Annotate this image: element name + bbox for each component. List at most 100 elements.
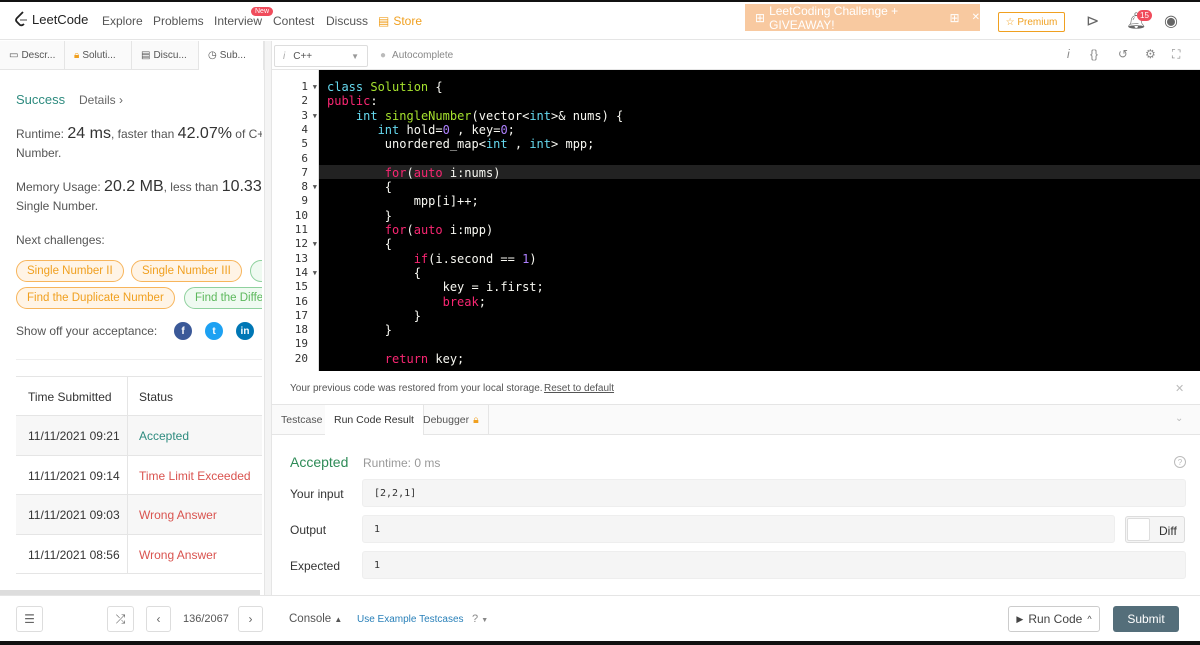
code-line: mpp[i]++; [327,194,479,209]
input-label: Your input [290,487,344,501]
challenge-chip[interactable]: Single Number II [16,260,124,282]
line-number: 11 [272,223,318,237]
line-number: 7 [272,166,318,180]
diff-toggle[interactable]: Diff [1125,516,1185,543]
tab-discuss[interactable]: ▤ Discu... [132,41,199,70]
autocomplete-toggle[interactable]: ● Autocomplete [380,50,453,61]
help-icon[interactable]: ? [1174,456,1186,468]
fold-icon[interactable]: ▼ [313,237,317,251]
help-dropdown[interactable]: ? ▼ [472,613,488,625]
lock-icon: 🔒︎ [473,413,479,426]
leetcode-logo[interactable]: LeetCode [14,11,88,27]
line-number: 17 [272,309,318,323]
tab-testcase[interactable]: Testcase [272,405,333,435]
line-number-text: 11 [294,223,308,236]
nav-explore[interactable]: Explore [102,14,143,28]
code-editor[interactable]: 1 ▼ 2 3 ▼ 4 5 6 7 8 ▼ 9 10 11 12 ▼ 13 14 ▼ 15 16 17 18 19 20 cla… [272,70,1200,371]
premium-label: Premium [1017,16,1058,28]
header-status: Status [139,390,174,404]
shuffle-button[interactable]: ⤮ [107,606,134,632]
use-example-testcases-link[interactable]: Use Example Testcases [357,614,464,625]
line-number-text: 6 [301,151,308,165]
line-number: 1 ▼ [272,80,318,94]
tab-debugger[interactable]: Debugger 🔒︎ [414,405,489,435]
column-divider [127,534,128,573]
submit-button[interactable]: Submit [1113,606,1179,632]
tab-label: Debugger [423,414,470,426]
prev-problem-button[interactable]: ‹ [146,606,171,632]
tab-run-code-result[interactable]: Run Code Result [325,405,424,435]
tab-description[interactable]: ▭ Descr... [0,41,65,70]
fold-icon[interactable]: ▼ [313,180,317,194]
nav-problems[interactable]: Problems [153,14,204,28]
next-problem-button[interactable]: › [238,606,263,632]
table-header: Time Submitted Status [16,377,262,416]
tab-submissions[interactable]: ◷ Sub... [199,41,264,70]
leetcode-logo-icon [15,11,27,27]
chevron-down-icon[interactable]: ⌄ [1175,413,1183,424]
nav-contest[interactable]: Contest [273,14,314,28]
info-icon[interactable]: i [1067,47,1070,61]
linkedin-icon[interactable]: in [236,322,254,340]
panel-resize-handle[interactable] [264,41,272,595]
memory-percent: 10.33% [221,178,262,195]
challenge-chip[interactable]: Find the Duplicate Number [16,287,175,309]
details-link[interactable]: Details › [79,93,123,107]
braces-icon[interactable]: {} [1090,47,1098,61]
avatar[interactable]: ◉ [1164,11,1178,31]
run-code-button[interactable]: ▶ Run Code ^ [1008,606,1100,632]
code-line: { [327,180,393,195]
table-row[interactable]: 11/11/2021 09:14 Time Limit Exceeded [16,455,262,495]
bottom-toolbar: ☰ ⤮ ‹ 136/2067 › Console ▲ Use Example T… [0,595,1200,641]
line-number: 14 ▼ [272,266,318,280]
reset-to-default-link[interactable]: Reset to default [544,383,614,394]
submission-status[interactable]: Wrong Answer [139,508,217,522]
settings-icon[interactable]: ⚙ [1145,47,1156,61]
result-status: Accepted [290,454,349,470]
submission-status[interactable]: Wrong Answer [139,548,217,562]
nav-discuss[interactable]: Discuss [326,14,368,28]
line-number: 12 ▼ [272,237,318,251]
tab-label: Discu... [153,50,187,61]
tab-label: Sub... [219,50,246,61]
submission-time: 11/11/2021 08:56 [28,547,120,562]
challenge-chip[interactable]: Find the Difference [184,287,262,309]
code-line: { [327,265,421,280]
console-button[interactable]: Console ▲ [289,613,342,625]
info-icon: i [283,50,286,62]
challenge-banner[interactable]: ⊞ LeetCoding Challenge + GIVEAWAY! ⊞ ✕ [745,4,980,32]
close-banner-icon[interactable]: ✕ [972,12,980,23]
close-icon[interactable]: ✕ [1175,382,1184,395]
playground-icon[interactable]: ⊳ [1086,11,1099,31]
runtime-value: 24 ms [67,125,111,142]
twitter-icon[interactable]: t [205,322,223,340]
fold-icon[interactable]: ▼ [313,266,317,280]
fold-icon[interactable]: ▼ [313,109,317,123]
memory-mid: , less than [163,180,219,194]
chevron-left-icon: ‹ [156,612,161,626]
nav-interview[interactable]: Interview [214,14,262,28]
facebook-icon[interactable]: f [174,322,192,340]
details-label: Details [79,93,116,107]
submission-status[interactable]: Time Limit Exceeded [139,469,251,483]
problem-pager: 136/2067 [183,613,229,625]
language-select[interactable]: i C++ ▼ [274,45,368,67]
reset-icon[interactable]: ↺ [1118,47,1128,61]
tab-solution[interactable]: 🔒︎ Soluti... [65,41,132,70]
nav-store[interactable]: ▤ Store [378,14,422,28]
line-number-text: 10 [294,208,308,222]
challenge-chip[interactable]: Single Number III [131,260,242,282]
problem-list-button[interactable]: ☰ [16,606,43,632]
output-value: 1 [362,515,1115,543]
premium-button[interactable]: ☆ Premium [998,12,1065,32]
challenge-chip-partial[interactable] [250,260,262,282]
submission-status[interactable]: Accepted [139,429,189,443]
runtime-line: Runtime: 24 ms, faster than 42.07% of C+… [16,125,262,143]
table-row[interactable]: 11/11/2021 08:56 Wrong Answer [16,534,262,574]
line-number: 16 [272,295,318,309]
fold-icon[interactable]: ▼ [313,80,317,94]
left-tab-bar: ▭ Descr... 🔒︎ Soluti... ▤ Discu... ◷ Sub... [0,41,264,70]
table-row[interactable]: 11/11/2021 09:03 Wrong Answer [16,495,262,535]
table-row[interactable]: 11/11/2021 09:21 Accepted [16,416,262,456]
fullscreen-icon[interactable]: ⛶ [1172,47,1180,62]
